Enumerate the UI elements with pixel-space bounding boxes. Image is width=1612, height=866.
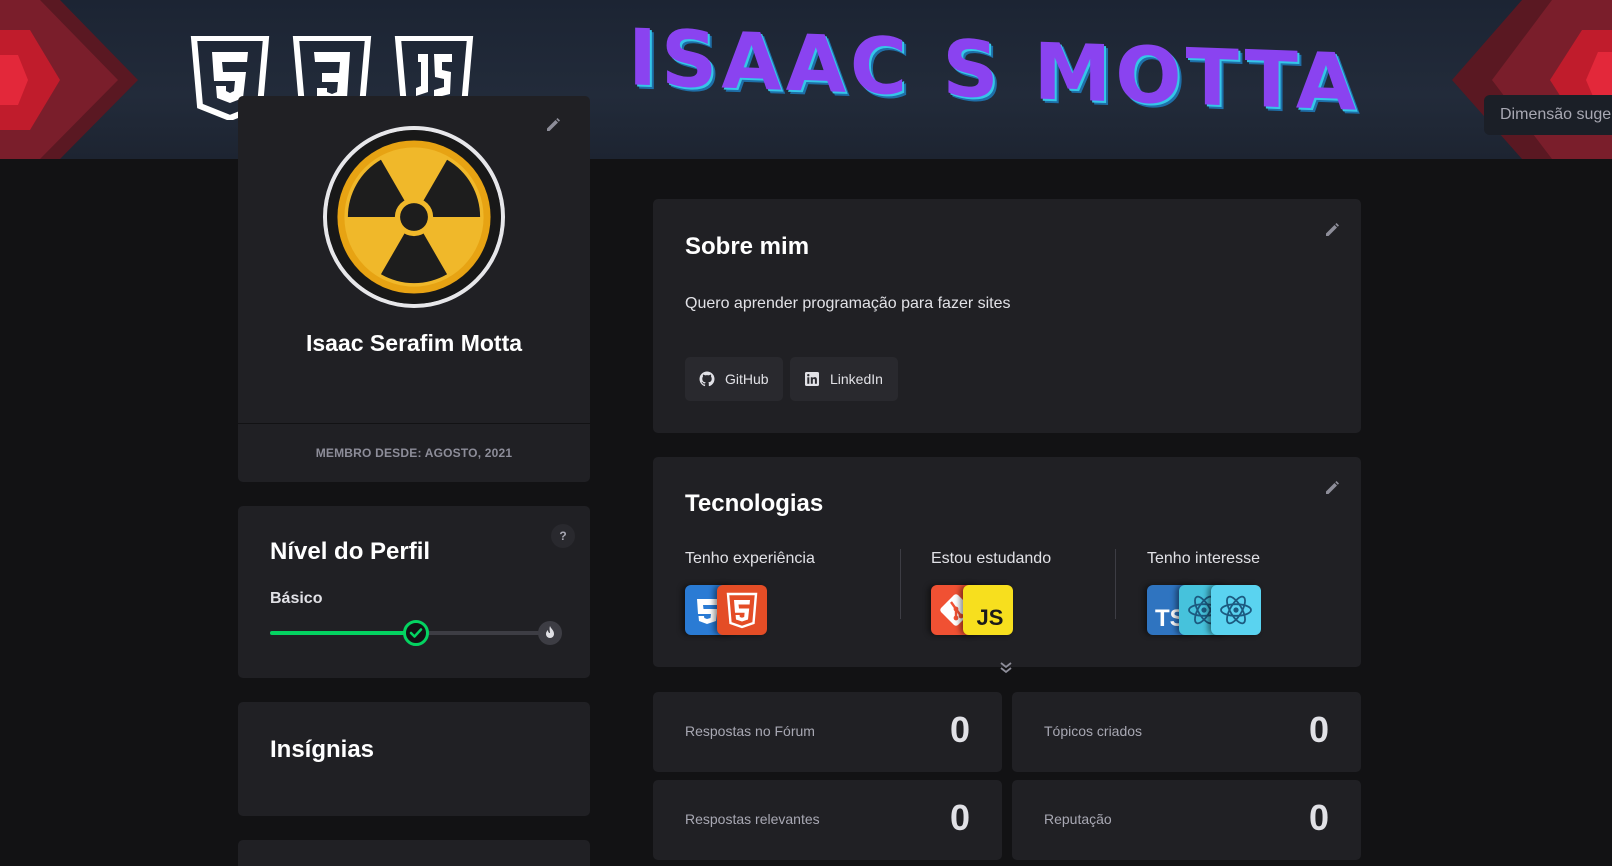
react-icon[interactable] <box>1211 585 1261 635</box>
tech-icons-studying: JS <box>931 585 1013 635</box>
stat-card-relevant-answers: Respostas relevantes 0 <box>653 780 1002 860</box>
tech-column-title: Estou estudando <box>931 550 1052 567</box>
chevron-decoration-right <box>1452 0 1612 159</box>
stat-card-forum-answers: Respostas no Fórum 0 <box>653 692 1002 772</box>
javascript-icon[interactable]: JS <box>963 585 1013 635</box>
tech-column-title: Tenho interesse <box>1147 550 1260 567</box>
chevron-double-down-icon[interactable] <box>998 660 1014 676</box>
chevron-decoration-left <box>0 0 138 159</box>
edit-icon[interactable] <box>546 118 560 132</box>
tech-icons-interest: TS <box>1147 585 1261 635</box>
stat-card-topics-created: Tópicos criados 0 <box>1012 692 1361 772</box>
stat-card-reputation: Reputação 0 <box>1012 780 1361 860</box>
member-since: MEMBRO DESDE: AGOSTO, 2021 <box>315 446 513 460</box>
edit-icon[interactable] <box>1325 481 1339 495</box>
level-check-icon <box>402 620 429 646</box>
tech-separator <box>900 549 901 619</box>
banner-title: ISAAC S MOTTA <box>628 13 1361 129</box>
stat-label: Respostas relevantes <box>685 811 820 827</box>
tech-separator <box>1115 549 1116 619</box>
profile-level-card: Nível do Perfil ? Básico <box>238 506 590 678</box>
svg-text:JS: JS <box>977 605 1004 630</box>
level-label: Básico <box>270 590 323 607</box>
html5-icon[interactable] <box>717 585 767 635</box>
profile-card: Isaac Serafim Motta MEMBRO DESDE: AGOSTO… <box>238 96 590 482</box>
stat-label: Respostas no Fórum <box>685 723 815 739</box>
linkedin-label: LinkedIn <box>830 371 883 387</box>
stat-label: Tópicos criados <box>1044 723 1143 739</box>
about-title: Sobre mim <box>685 233 810 260</box>
linkedin-icon <box>805 372 819 386</box>
stat-value: 0 <box>949 709 970 750</box>
next-card <box>238 840 590 866</box>
github-icon <box>699 371 715 387</box>
level-title: Nível do Perfil <box>270 538 431 565</box>
help-button[interactable]: ? <box>551 524 575 548</box>
profile-name: Isaac Serafim Motta <box>305 330 523 356</box>
stat-value: 0 <box>949 797 970 838</box>
badges-card: Insígnias <box>238 702 590 816</box>
dimension-suggestion-chip[interactable]: Dimensão suge <box>1484 95 1612 135</box>
about-card: Sobre mim Quero aprender programação par… <box>653 199 1361 433</box>
github-label: GitHub <box>725 371 769 387</box>
fire-icon <box>538 621 562 645</box>
stat-value: 0 <box>1308 709 1329 750</box>
technologies-title: Tecnologias <box>685 490 824 517</box>
radioactive-icon <box>327 130 501 304</box>
edit-icon[interactable] <box>1325 223 1339 237</box>
avatar <box>323 126 505 308</box>
stat-label: Reputação <box>1044 811 1112 827</box>
tech-column-title: Tenho experiência <box>685 550 815 567</box>
github-button[interactable]: GitHub <box>685 357 783 401</box>
stat-value: 0 <box>1308 797 1329 838</box>
tech-icons-experience <box>685 585 767 635</box>
technologies-card: Tecnologias Tenho experiência Estou estu… <box>653 457 1361 667</box>
level-progress-fill <box>270 631 416 635</box>
divider <box>238 423 590 424</box>
about-text: Quero aprender programação para fazer si… <box>685 295 1011 312</box>
linkedin-button[interactable]: LinkedIn <box>790 357 898 401</box>
badges-title: Insígnias <box>270 736 375 763</box>
